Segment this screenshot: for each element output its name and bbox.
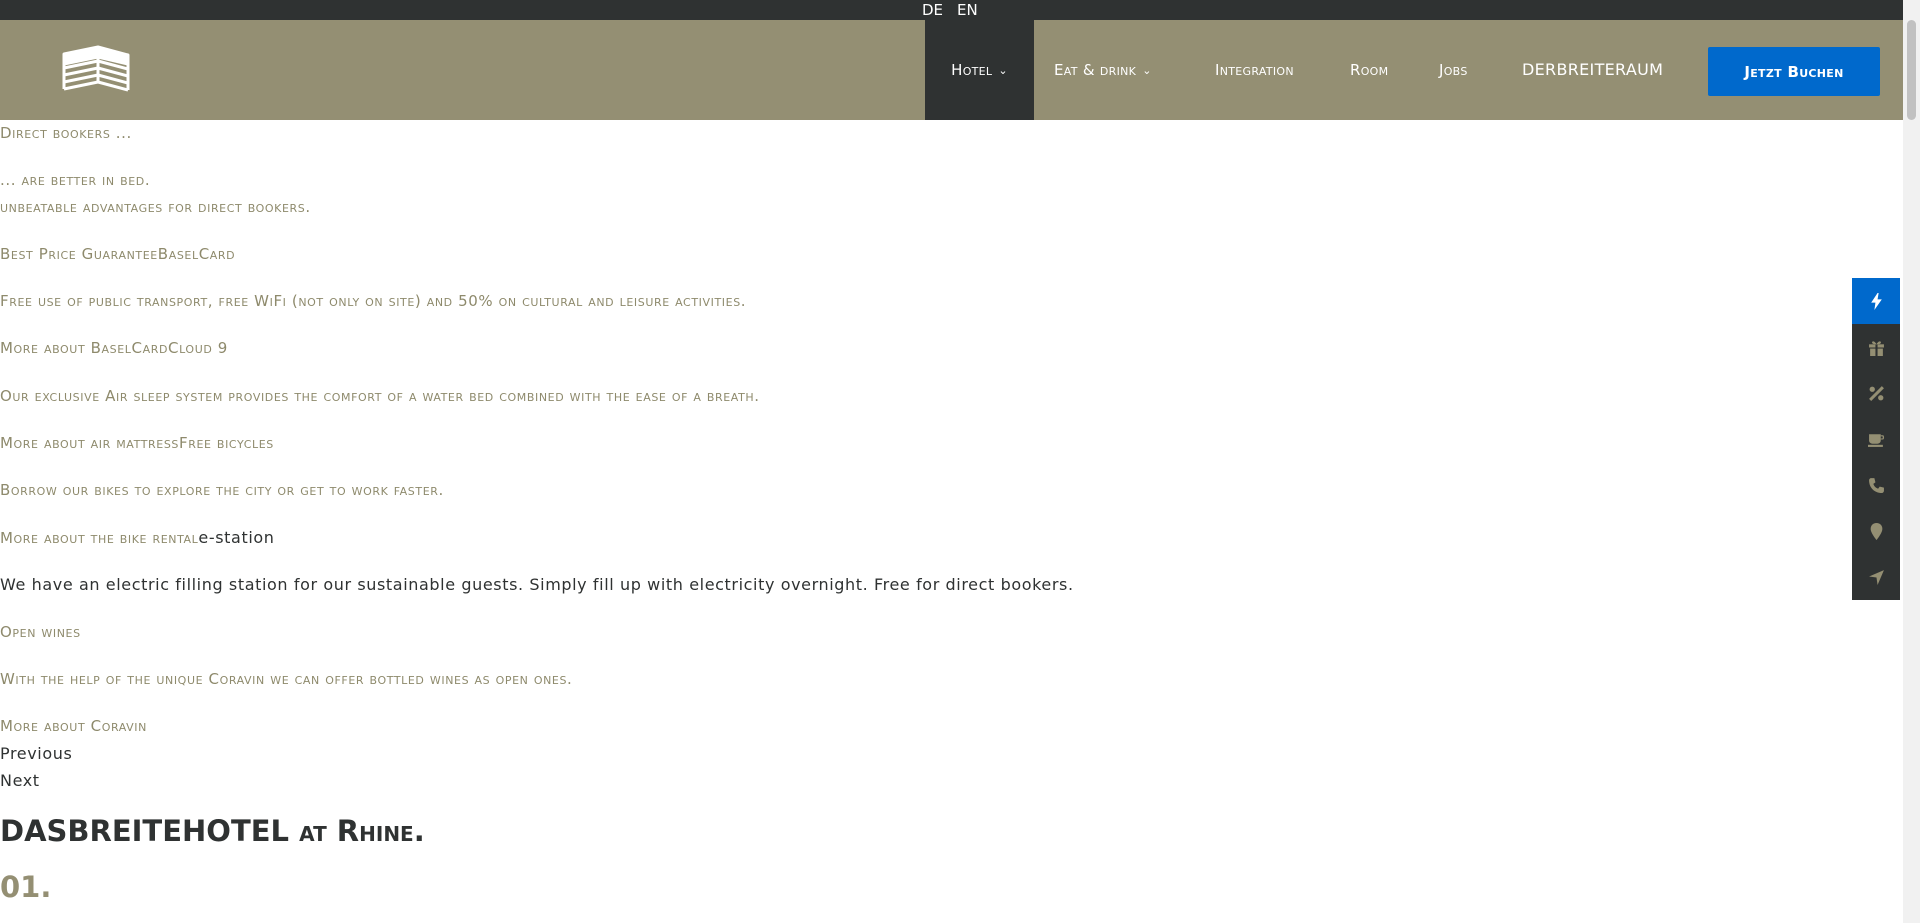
chevron-down-icon: ⌄: [1142, 64, 1152, 77]
quick-actions-sidebar: [1852, 278, 1900, 600]
previous-slide-button[interactable]: Previous: [0, 744, 72, 763]
page-title: DASBREITEHOTEL at Rhine.: [0, 814, 425, 848]
next-slide-button[interactable]: Next: [0, 771, 40, 790]
more-about-bike-rental-row: More about the bike rentale-station: [0, 528, 275, 547]
nav-derbreiteraum[interactable]: DERBREITERAUM: [1522, 20, 1663, 120]
more-about-bike-rental-link[interactable]: More about the bike rental: [0, 529, 198, 547]
nav-eat-drink[interactable]: Eat & drink ⌄: [1054, 20, 1152, 120]
more-about-baselcard-link[interactable]: More about BaselCardCloud 9: [0, 339, 228, 357]
page-scrollbar[interactable]: [1903, 0, 1920, 923]
map-marker-icon[interactable]: [1852, 508, 1900, 554]
lang-de-link[interactable]: DE: [922, 0, 943, 20]
scrollbar-thumb[interactable]: [1907, 20, 1916, 120]
slide-title-best-price-baselcard: Best Price GuaranteeBaselCard: [0, 245, 236, 263]
nav-hotel-label: Hotel: [951, 61, 993, 79]
lightning-icon[interactable]: [1852, 278, 1900, 324]
cloud9-description: Our exclusive Air sleep system provides …: [0, 387, 760, 405]
baselcard-description: Free use of public transport, free WiFi …: [0, 292, 747, 310]
bicycles-description: Borrow our bikes to explore the city or …: [0, 481, 444, 499]
nav-hotel[interactable]: Hotel ⌄: [925, 20, 1034, 120]
nav-jobs[interactable]: Jobs: [1439, 20, 1468, 120]
section-number: 01.: [0, 870, 52, 904]
estation-description: We have an electric filling station for …: [0, 575, 1074, 594]
open-wines-title: Open wines: [0, 623, 81, 641]
gift-icon[interactable]: [1852, 324, 1900, 370]
book-now-button[interactable]: Jetzt Buchen: [1708, 47, 1880, 96]
language-bar: DE EN: [0, 0, 1920, 20]
lang-en-link[interactable]: EN: [957, 0, 978, 20]
estation-title: e-station: [198, 528, 275, 547]
nav-integration[interactable]: Integration: [1215, 20, 1294, 120]
more-about-air-mattress-link[interactable]: More about air mattressFree bicycles: [0, 434, 274, 452]
page-title-main: DASBREITEHOTEL: [0, 814, 290, 848]
coravin-description: With the help of the unique Coravin we c…: [0, 670, 573, 688]
site-header: Hotel ⌄ Eat & drink ⌄ Integration Room Job…: [0, 20, 1920, 120]
better-in-bed-text: ... are better in bed.: [0, 171, 151, 189]
direct-bookers-heading: Direct bookers ...: [0, 124, 132, 142]
more-about-coravin-link[interactable]: More about Coravin: [0, 717, 147, 735]
location-arrow-icon[interactable]: [1852, 554, 1900, 600]
nav-eat-drink-label: Eat & drink: [1054, 61, 1137, 79]
page-title-rest: at Rhine.: [299, 814, 425, 848]
unbeatable-advantages-text: unbeatable advantages for direct bookers…: [0, 198, 311, 216]
chevron-down-icon: ⌄: [998, 64, 1008, 77]
coffee-icon[interactable]: [1852, 416, 1900, 462]
building-logo-icon[interactable]: [58, 44, 133, 96]
nav-room[interactable]: Room: [1350, 20, 1388, 120]
percent-icon[interactable]: [1852, 370, 1900, 416]
phone-icon[interactable]: [1852, 462, 1900, 508]
